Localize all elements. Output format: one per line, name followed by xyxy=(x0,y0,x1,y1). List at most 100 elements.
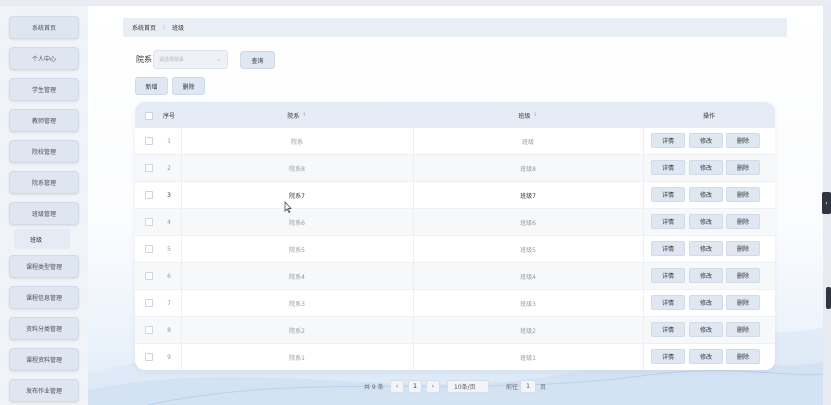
row-index: 9 xyxy=(167,353,171,361)
row-checkbox[interactable] xyxy=(145,326,153,334)
row-class: 班级8 xyxy=(520,165,536,173)
breadcrumb: 系统首页 ⋮ 班级 xyxy=(123,18,787,37)
row-department: 院系8 xyxy=(289,165,305,173)
delete-button[interactable]: 删除 xyxy=(726,268,760,283)
row-class: 班级6 xyxy=(520,219,536,227)
goto-page-input[interactable]: 1 xyxy=(520,380,536,393)
goto-prefix: 前往 xyxy=(506,384,519,391)
sidebar-item-course-types[interactable]: 课程类型管理 xyxy=(9,255,79,278)
sidebar-item-teachers[interactable]: 教师管理 xyxy=(9,109,79,132)
department-select[interactable]: 请选择院系 ⌄ xyxy=(153,50,228,69)
delete-button[interactable]: 删除 xyxy=(726,160,760,175)
breadcrumb-home[interactable]: 系统首页 xyxy=(132,23,156,32)
delete-button[interactable]: 删除 xyxy=(726,241,760,256)
column-divider xyxy=(643,290,644,316)
row-department: 院系7 xyxy=(289,192,305,200)
delete-button[interactable]: 删除 xyxy=(726,133,760,148)
sidebar-item-homework[interactable]: 发布作业管理 xyxy=(9,379,79,402)
query-button[interactable]: 查询 xyxy=(240,51,275,69)
sidebar-item-course-materials[interactable]: 课程资料管理 xyxy=(9,348,79,371)
edit-button[interactable]: 修改 xyxy=(689,160,723,175)
page-size-select[interactable]: 10条/页 xyxy=(447,380,489,393)
sidebar-subitem-class[interactable]: 班级 xyxy=(14,229,70,249)
row-checkbox[interactable] xyxy=(145,353,153,361)
sort-icon[interactable]: ⇕ xyxy=(302,112,306,118)
delete-button[interactable]: 删除 xyxy=(726,295,760,310)
next-page-button[interactable]: › xyxy=(426,380,440,393)
detail-button[interactable]: 详情 xyxy=(651,187,685,202)
column-divider xyxy=(643,317,644,343)
delete-button[interactable]: 删除 xyxy=(726,187,760,202)
department-select-placeholder: 请选择院系 xyxy=(159,57,185,63)
sidebar-item-home[interactable]: 系统首页 xyxy=(9,16,79,39)
edit-button[interactable]: 修改 xyxy=(689,187,723,202)
row-department: 院系 xyxy=(290,138,303,146)
sidebar-item-colleges[interactable]: 院校管理 xyxy=(9,140,79,163)
delete-button[interactable]: 删除 xyxy=(726,322,760,337)
sidebar-item-departments[interactable]: 院系管理 xyxy=(9,171,79,194)
detail-button[interactable]: 详情 xyxy=(651,349,685,364)
sort-icon[interactable]: ⇕ xyxy=(533,112,537,118)
column-divider xyxy=(643,263,644,289)
detail-button[interactable]: 详情 xyxy=(651,295,685,310)
table-row: 9 院系1 班级1 详情 修改 删除 xyxy=(135,344,775,370)
table-row: 3 院系7 班级7 详情 修改 删除 xyxy=(135,182,775,209)
column-divider xyxy=(643,236,644,262)
edit-button[interactable]: 修改 xyxy=(689,241,723,256)
detail-button[interactable]: 详情 xyxy=(651,160,685,175)
row-checkbox[interactable] xyxy=(145,272,153,280)
current-page-button[interactable]: 1 xyxy=(408,380,422,393)
edit-button[interactable]: 修改 xyxy=(689,322,723,337)
side-toggle-handle[interactable]: ‹ xyxy=(822,192,831,214)
row-checkbox[interactable] xyxy=(145,245,153,253)
sidebar-item-course-info[interactable]: 课程信息管理 xyxy=(9,286,79,309)
edit-button[interactable]: 修改 xyxy=(689,268,723,283)
row-checkbox[interactable] xyxy=(145,218,153,226)
row-index: 6 xyxy=(167,272,171,280)
row-checkbox[interactable] xyxy=(145,137,153,145)
side-handle[interactable] xyxy=(826,287,831,309)
add-button[interactable]: 新增 xyxy=(135,77,168,95)
detail-button[interactable]: 详情 xyxy=(651,241,685,256)
pagination-total: 共 9 条 xyxy=(364,384,384,391)
table-row: 1 院系 班级 详情 修改 删除 xyxy=(135,128,775,155)
row-checkbox[interactable] xyxy=(145,191,153,199)
row-index: 2 xyxy=(167,164,171,172)
breadcrumb-separator: ⋮ xyxy=(161,24,168,31)
prev-page-button[interactable]: ‹ xyxy=(390,380,404,393)
column-divider xyxy=(643,182,644,208)
delete-button[interactable]: 删除 xyxy=(726,349,760,364)
header-class-label: 班级 xyxy=(518,112,531,120)
header-class[interactable]: 班级 ⇕ xyxy=(413,102,643,128)
delete-button[interactable]: 删除 xyxy=(726,214,760,229)
detail-button[interactable]: 详情 xyxy=(651,322,685,337)
row-department: 院系2 xyxy=(289,327,305,335)
edit-button[interactable]: 修改 xyxy=(689,214,723,229)
row-class: 班级3 xyxy=(520,300,536,308)
sidebar-item-profile[interactable]: 个人中心 xyxy=(9,47,79,70)
detail-button[interactable]: 详情 xyxy=(651,214,685,229)
table-row: 8 院系2 班级2 详情 修改 删除 xyxy=(135,317,775,344)
detail-button[interactable]: 详情 xyxy=(651,268,685,283)
row-checkbox[interactable] xyxy=(145,164,153,172)
sidebar: 系统首页 个人中心 学生管理 教师管理 院校管理 院系管理 班级管理 班级 课程… xyxy=(0,6,88,405)
detail-button[interactable]: 详情 xyxy=(651,133,685,148)
edit-button[interactable]: 修改 xyxy=(689,295,723,310)
table-row: 4 院系6 班级6 详情 修改 删除 xyxy=(135,209,775,236)
department-filter-label: 院系 xyxy=(136,55,152,64)
goto-suffix: 页 xyxy=(540,384,547,391)
row-checkbox[interactable] xyxy=(145,299,153,307)
batch-delete-button[interactable]: 删除 xyxy=(172,77,205,95)
select-all-checkbox[interactable] xyxy=(145,112,153,120)
column-divider xyxy=(643,344,644,370)
row-class: 班级 xyxy=(521,138,534,146)
header-department[interactable]: 院系 ⇕ xyxy=(181,102,413,128)
sidebar-item-students[interactable]: 学生管理 xyxy=(9,78,79,101)
edit-button[interactable]: 修改 xyxy=(689,133,723,148)
sidebar-item-material-categories[interactable]: 资料分类管理 xyxy=(9,317,79,340)
sidebar-item-classes[interactable]: 班级管理 xyxy=(9,202,79,225)
header-operation: 操作 xyxy=(702,112,715,120)
row-index: 7 xyxy=(167,299,171,307)
row-index: 5 xyxy=(167,245,171,253)
edit-button[interactable]: 修改 xyxy=(689,349,723,364)
